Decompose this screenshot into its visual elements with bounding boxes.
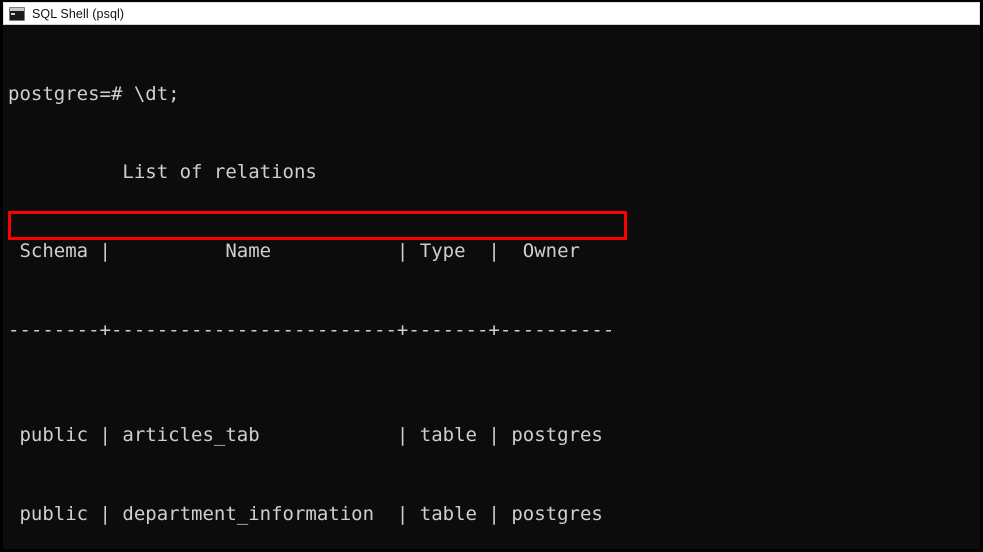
- table-title: List of relations: [8, 161, 317, 184]
- command-line: postgres=# \dt;: [8, 82, 180, 105]
- window-title: SQL Shell (psql): [32, 6, 125, 21]
- table-row: public | department_information | table …: [8, 503, 603, 526]
- terminal-body[interactable]: postgres=# \dt; List of relations Schema…: [3, 25, 980, 549]
- column-header-row: Schema | Name | Type | Owner: [8, 240, 580, 263]
- psql-window: SQL Shell (psql) postgres=# \dt; List of…: [0, 0, 983, 552]
- window-titlebar: SQL Shell (psql): [3, 2, 980, 25]
- console-output: postgres=# \dt; List of relations Schema…: [8, 28, 614, 549]
- table-row: public | articles_tab | table | postgres: [8, 424, 603, 447]
- table-separator: --------+-------------------------+-----…: [8, 319, 615, 342]
- console-icon: [9, 6, 25, 21]
